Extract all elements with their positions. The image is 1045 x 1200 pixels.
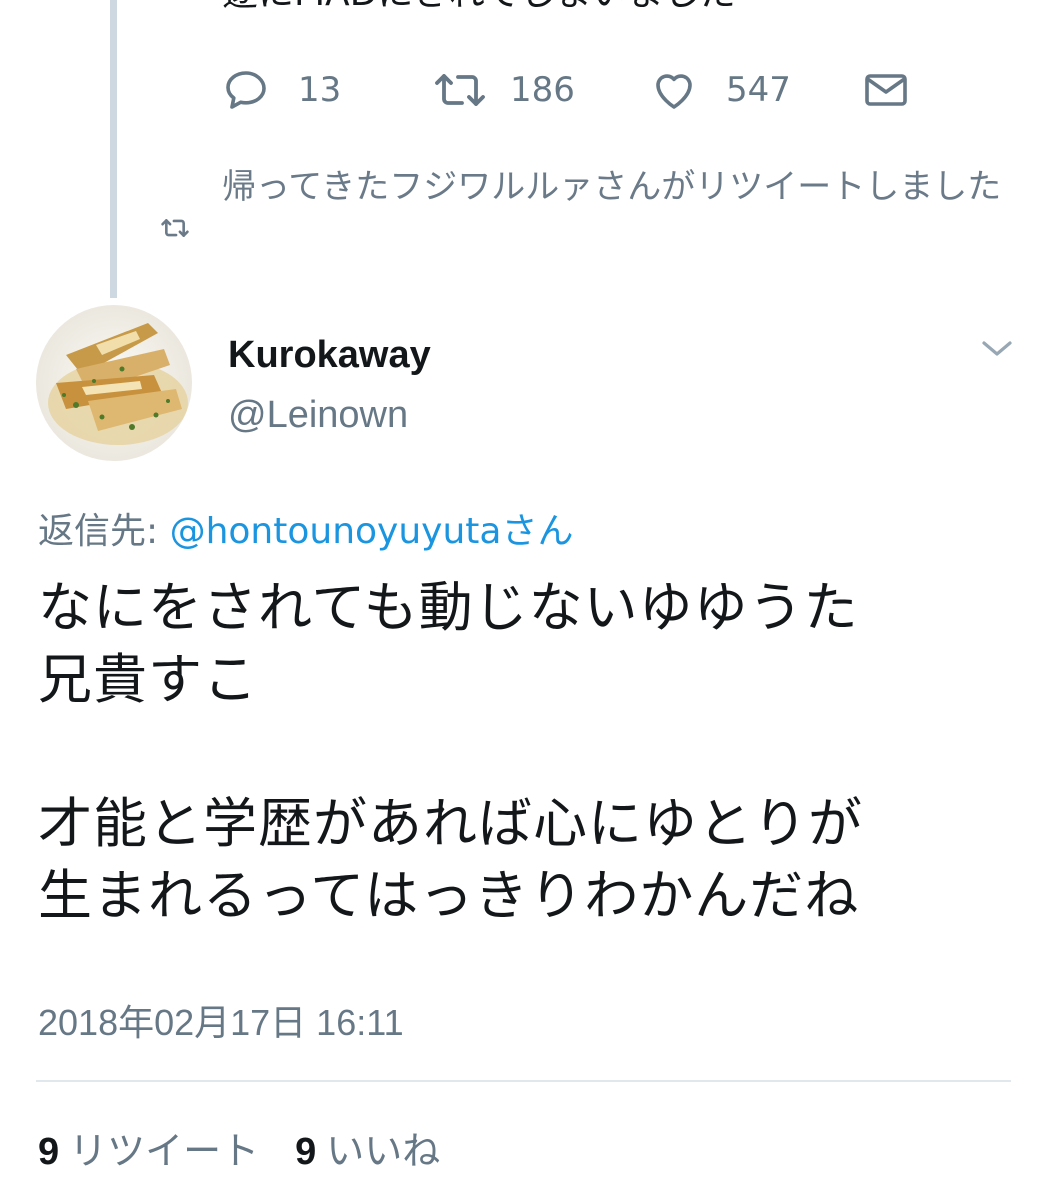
display-name[interactable]: Kurokaway	[228, 334, 431, 377]
retweet-button[interactable]: 186	[432, 66, 575, 114]
like-button[interactable]: 547	[650, 66, 791, 114]
reply-to-line: 返信先: @hontounoyuyutaさん	[38, 502, 573, 554]
reply-count: 13	[298, 70, 342, 110]
mail-icon	[862, 66, 910, 114]
heart-icon	[650, 66, 698, 114]
previous-tweet-text: 遂にMADにされてしまいました	[222, 0, 736, 16]
like-count: 547	[726, 70, 791, 110]
likes-stat[interactable]: 9 いいね	[295, 1129, 440, 1173]
retweet-icon	[158, 215, 192, 245]
tweet-paragraph-2: 才能と学歴があれば心にゆとりが 生まれるってはっきりわかんだね	[38, 792, 863, 927]
tweet-options-button[interactable]	[980, 336, 1014, 364]
user-handle[interactable]: @Leinown	[228, 394, 408, 437]
retweeted-by-text: 帰ってきたフジワルルァさんがリツイートしました	[222, 167, 1002, 207]
tweet-timestamp: 2018年02月17日 16:11	[38, 1002, 404, 1043]
retweets-stat[interactable]: 9 リツイート	[38, 1129, 259, 1173]
retweets-count: 9	[38, 1131, 60, 1173]
reply-button[interactable]: 13	[222, 66, 341, 114]
tweet-stats: 9 リツイート 9 いいね	[38, 1120, 440, 1175]
direct-message-button[interactable]	[862, 66, 910, 114]
tweet-paragraph-1: なにをされても動じないゆゆうた 兄貴すこ	[38, 576, 859, 711]
retweet-icon	[432, 66, 488, 114]
retweet-count: 186	[510, 70, 575, 110]
avatar[interactable]	[36, 305, 192, 461]
reply-to-label: 返信先:	[38, 511, 159, 552]
likes-label: いいね	[326, 1129, 441, 1173]
reply-icon	[222, 66, 270, 114]
divider	[36, 1080, 1011, 1082]
tweet-text: なにをされても動じないゆゆうた 兄貴すこ 才能と学歴があれば心にゆとりが 生まれ…	[38, 572, 1018, 932]
chevron-down-icon	[980, 341, 1014, 364]
likes-count: 9	[295, 1131, 317, 1173]
retweets-label: リツイート	[69, 1129, 260, 1173]
thread-connector-line	[110, 0, 117, 298]
reply-to-mention-link[interactable]: @hontounoyuyutaさん	[170, 511, 574, 552]
previous-tweet-actions: 13 186 547	[0, 66, 1045, 114]
tweet-detail-screen: 遂にMADにされてしまいました 13 186	[0, 0, 1045, 1200]
